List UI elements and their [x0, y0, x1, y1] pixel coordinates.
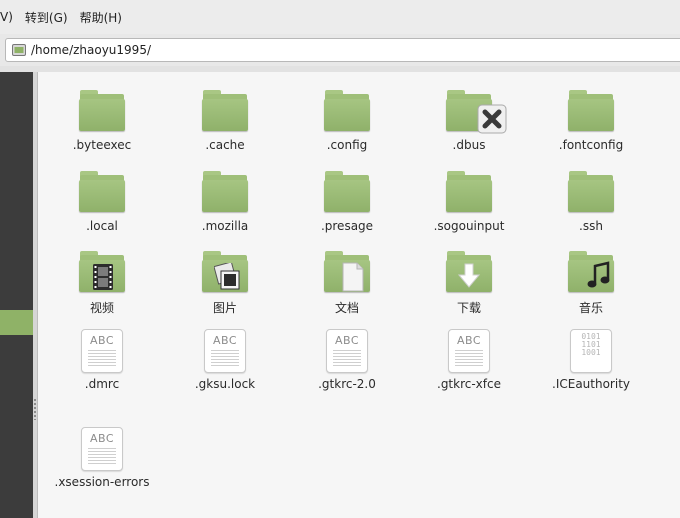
folder-icon	[567, 90, 615, 134]
menu-help[interactable]: 帮助(H)	[74, 9, 128, 26]
unreadable-x-icon	[477, 104, 507, 134]
file-name: .ICEauthority	[552, 377, 630, 391]
text-file-icon: ABC	[445, 329, 493, 373]
folder-icon	[567, 251, 615, 295]
text-file-icon: ABC	[78, 427, 126, 471]
file-item[interactable]: ABC .gksu.lock	[164, 329, 286, 391]
location-path[interactable]: /home/zhaoyu1995/	[31, 43, 151, 57]
picture-icon	[214, 263, 240, 291]
file-item[interactable]: ABC .xsession-errors	[41, 427, 163, 489]
file-name: .sogouinput	[433, 219, 505, 233]
text-file-icon: ABC	[323, 329, 371, 373]
file-item[interactable]: 下载	[408, 251, 530, 316]
file-name: 文档	[334, 301, 359, 315]
file-item[interactable]: ABC .dmrc	[41, 329, 163, 391]
file-view[interactable]: .byteexec .cache .config .dbus .fontconf…	[38, 72, 680, 518]
folder-icon	[323, 171, 371, 215]
folder-icon	[201, 171, 249, 215]
file-item[interactable]: ABC .gtkrc-2.0	[286, 329, 408, 391]
file-name: .fontconfig	[558, 138, 624, 152]
file-name: 音乐	[578, 301, 603, 315]
file-item[interactable]: .dbus	[408, 90, 530, 152]
folder-icon	[78, 90, 126, 134]
file-name: .dbus	[452, 138, 486, 152]
file-name: .ssh	[579, 219, 603, 233]
folder-icon	[323, 251, 371, 295]
file-item[interactable]: 图片	[164, 251, 286, 316]
sidebar[interactable]	[0, 72, 33, 518]
file-name: 下载	[456, 301, 481, 315]
folder-icon	[201, 251, 249, 295]
file-item[interactable]: .byteexec	[41, 90, 163, 152]
file-name: .cache	[205, 138, 245, 152]
file-item[interactable]: 文档	[286, 251, 408, 316]
file-item[interactable]: 视频	[41, 251, 163, 316]
file-item[interactable]: .config	[286, 90, 408, 152]
file-item[interactable]: .ssh	[530, 171, 652, 233]
folder-icon	[567, 171, 615, 215]
file-item[interactable]: .sogouinput	[408, 171, 530, 233]
film-icon	[93, 264, 113, 290]
file-name: .presage	[320, 219, 374, 233]
file-name: .local	[86, 219, 118, 233]
file-item[interactable]: ABC .gtkrc-xfce	[408, 329, 530, 391]
file-item[interactable]: .fontconfig	[530, 90, 652, 152]
document-icon	[342, 262, 364, 292]
folder-icon	[78, 171, 126, 215]
music-note-icon	[587, 261, 611, 291]
folder-icon	[445, 251, 493, 295]
folder-icon	[12, 44, 26, 56]
folder-icon	[201, 90, 249, 134]
file-item[interactable]: .mozilla	[164, 171, 286, 233]
folder-icon	[78, 251, 126, 295]
file-item[interactable]: .cache	[164, 90, 286, 152]
file-name: 图片	[212, 301, 237, 315]
splitter-grip[interactable]	[34, 398, 36, 420]
file-name: .gtkrc-2.0	[318, 377, 376, 391]
file-name: .byteexec	[72, 138, 132, 152]
sidebar-selected-item[interactable]	[0, 310, 33, 335]
file-name: .config	[326, 138, 368, 152]
folder-icon	[323, 90, 371, 134]
folder-icon	[445, 171, 493, 215]
menu-go[interactable]: 转到(G)	[19, 9, 74, 26]
file-item[interactable]: 0101 1101 1001 .ICEauthority	[530, 329, 652, 391]
file-name: .mozilla	[201, 219, 249, 233]
file-item[interactable]: 音乐	[530, 251, 652, 316]
file-name: .xsession-errors	[54, 475, 150, 489]
text-file-icon: ABC	[78, 329, 126, 373]
folder-icon	[445, 90, 507, 134]
download-arrow-icon	[458, 263, 480, 289]
file-item[interactable]: .presage	[286, 171, 408, 233]
file-name: 视频	[89, 301, 114, 315]
file-name: .dmrc	[84, 377, 120, 391]
file-name: .gksu.lock	[194, 377, 256, 391]
text-file-icon: ABC	[201, 329, 249, 373]
menu-view[interactable]: V)	[0, 10, 19, 24]
file-item[interactable]: .local	[41, 171, 163, 233]
binary-file-icon: 0101 1101 1001	[567, 329, 615, 373]
location-bar[interactable]: /home/zhaoyu1995/	[5, 38, 680, 62]
file-name: .gtkrc-xfce	[437, 377, 501, 391]
menu-bar: V) 转到(G) 帮助(H)	[0, 0, 680, 34]
